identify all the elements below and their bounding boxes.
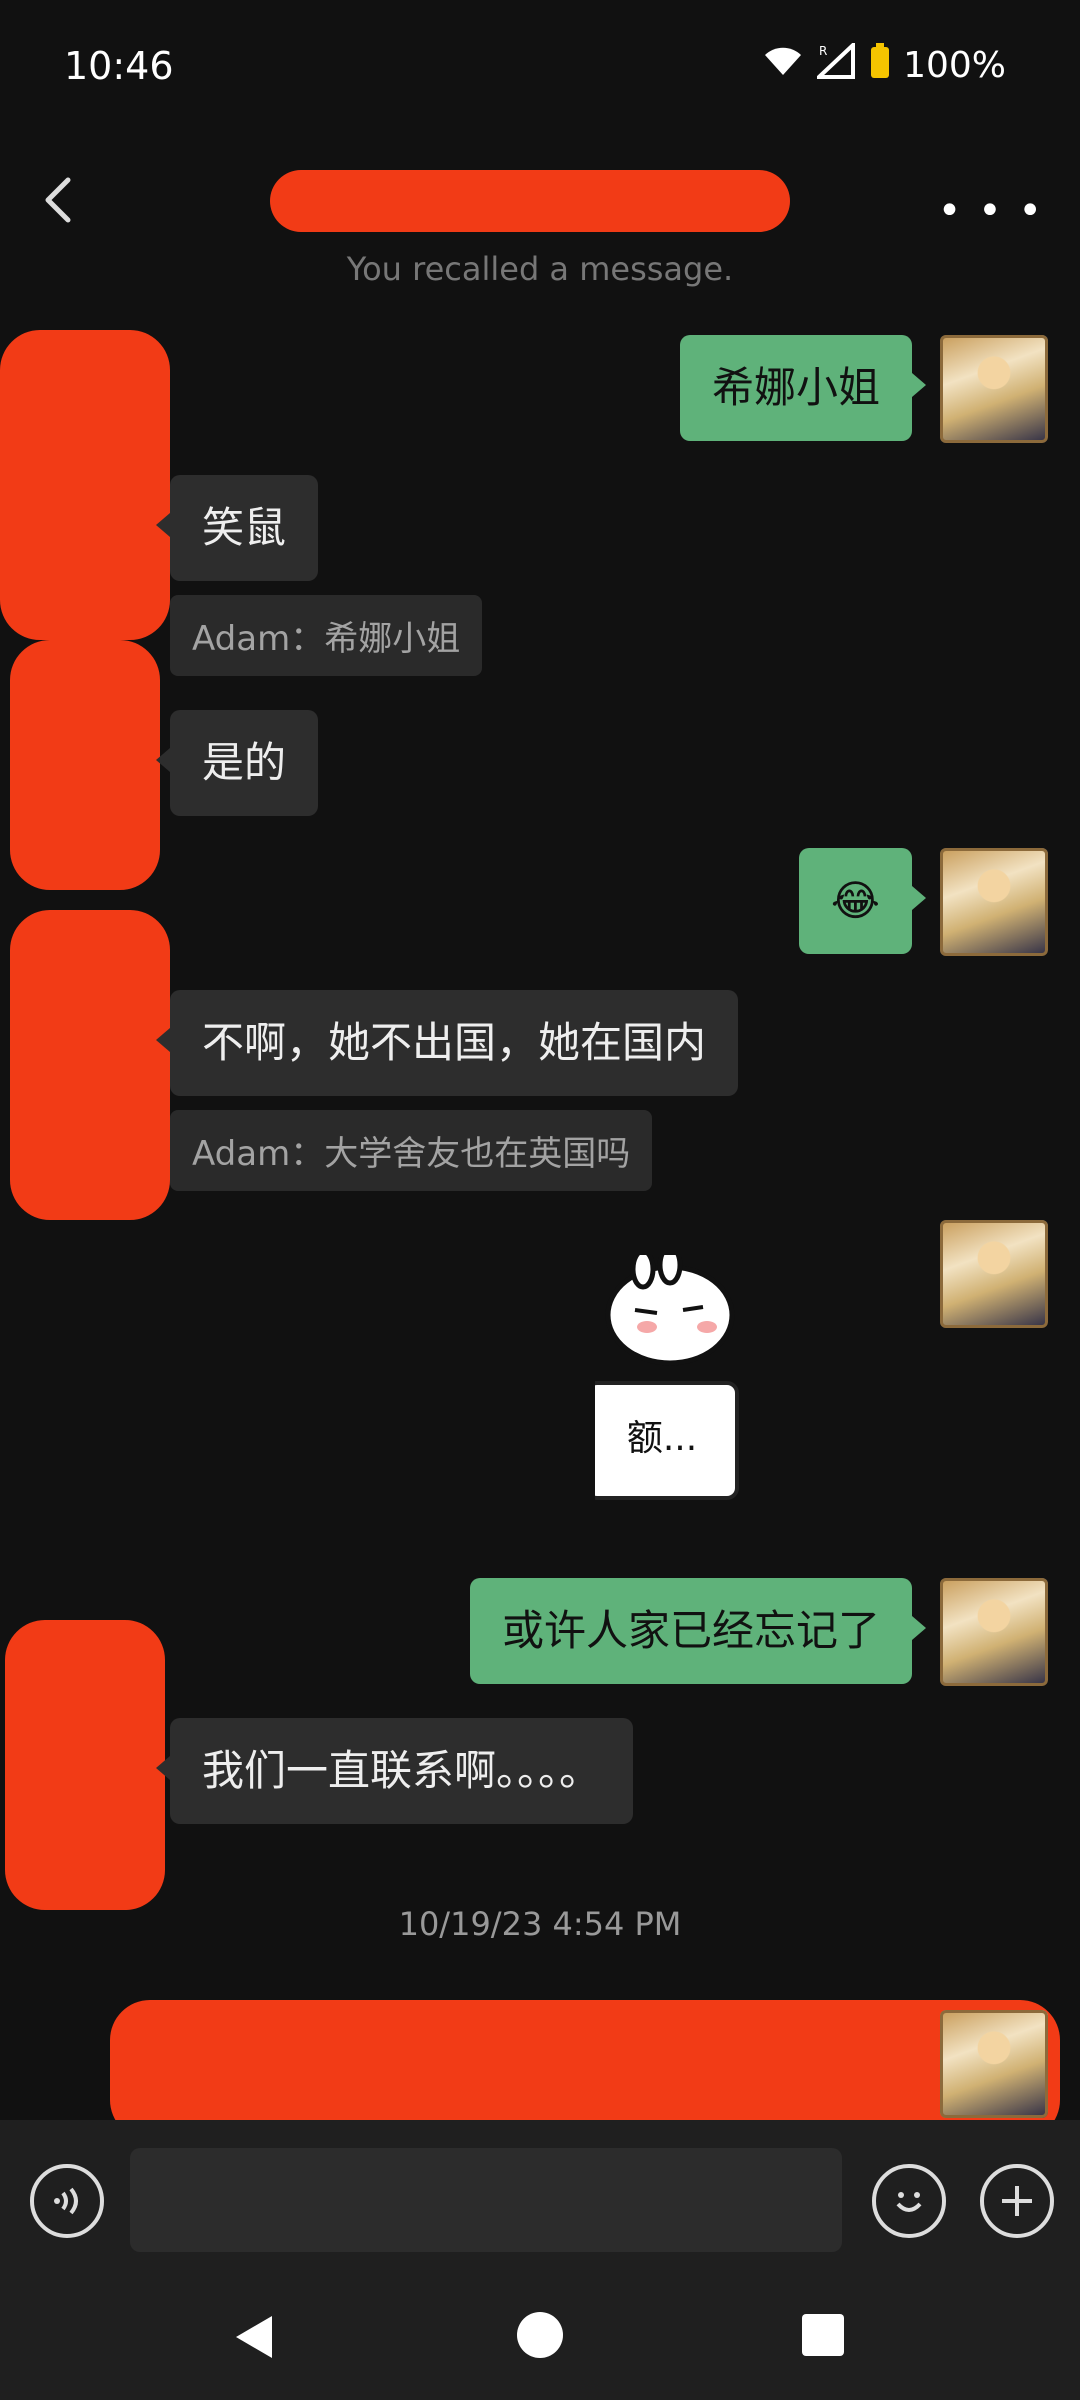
avatar[interactable] bbox=[940, 1220, 1048, 1328]
nav-back-icon[interactable] bbox=[230, 2312, 276, 2366]
voice-icon[interactable] bbox=[30, 2164, 104, 2238]
wifi-icon bbox=[761, 45, 805, 86]
message-bubble[interactable]: 不啊，她不出国，她在国内 bbox=[155, 990, 739, 1097]
plus-icon[interactable] bbox=[980, 2164, 1054, 2238]
redacted-chat-title bbox=[270, 170, 790, 232]
back-arrow-icon[interactable] bbox=[30, 172, 86, 228]
status-bar: 10:46 R 100% bbox=[0, 0, 1080, 130]
message-bubble[interactable]: 或许人家已经忘记了 bbox=[469, 1578, 927, 1685]
redacted-avatar bbox=[5, 1620, 165, 1910]
redacted-avatar bbox=[10, 640, 160, 890]
redacted-avatar bbox=[10, 910, 170, 1220]
redacted-avatar bbox=[0, 330, 170, 640]
message-bubble[interactable]: 是的 bbox=[155, 710, 319, 817]
avatar[interactable] bbox=[940, 848, 1048, 956]
svg-text:R: R bbox=[819, 44, 827, 58]
status-right: R 100% bbox=[761, 40, 1006, 89]
message-input[interactable] bbox=[130, 2148, 842, 2252]
message-bubble[interactable]: 笑鼠 bbox=[155, 475, 319, 582]
more-icon[interactable]: • • • bbox=[938, 188, 1044, 234]
avatar[interactable] bbox=[940, 1578, 1048, 1686]
message-bubble[interactable]: 😂 bbox=[798, 848, 927, 955]
battery-icon bbox=[869, 42, 891, 89]
battery-percent: 100% bbox=[903, 45, 1006, 86]
avatar[interactable] bbox=[940, 335, 1048, 443]
status-time: 10:46 bbox=[64, 44, 174, 88]
quote-reference[interactable]: Adam：希娜小姐 bbox=[170, 595, 483, 676]
input-bar bbox=[0, 2120, 1080, 2280]
emoji-icon[interactable] bbox=[872, 2164, 946, 2238]
timestamp: 10/19/23 4:54 PM bbox=[398, 1905, 682, 1943]
system-navbar bbox=[0, 2280, 1080, 2400]
signal-icon: R bbox=[814, 40, 857, 88]
message-bubble[interactable]: 我们一直联系啊。。。。 bbox=[155, 1718, 634, 1825]
quote-reference[interactable]: Adam：大学舍友也在英国吗 bbox=[170, 1110, 653, 1191]
message-bubble[interactable]: 希娜小姐 bbox=[679, 335, 927, 442]
sticker-text: 额... bbox=[627, 1418, 697, 1459]
avatar[interactable] bbox=[940, 2010, 1048, 2118]
nav-home-icon[interactable] bbox=[515, 2310, 565, 2364]
nav-recents-icon[interactable] bbox=[800, 2312, 846, 2362]
chat-header: • • • bbox=[0, 130, 1080, 270]
redacted-message bbox=[110, 2000, 1060, 2140]
recalled-notice: You recalled a message. bbox=[346, 250, 734, 288]
rabbit-sticker[interactable]: 额... bbox=[569, 1244, 775, 1510]
